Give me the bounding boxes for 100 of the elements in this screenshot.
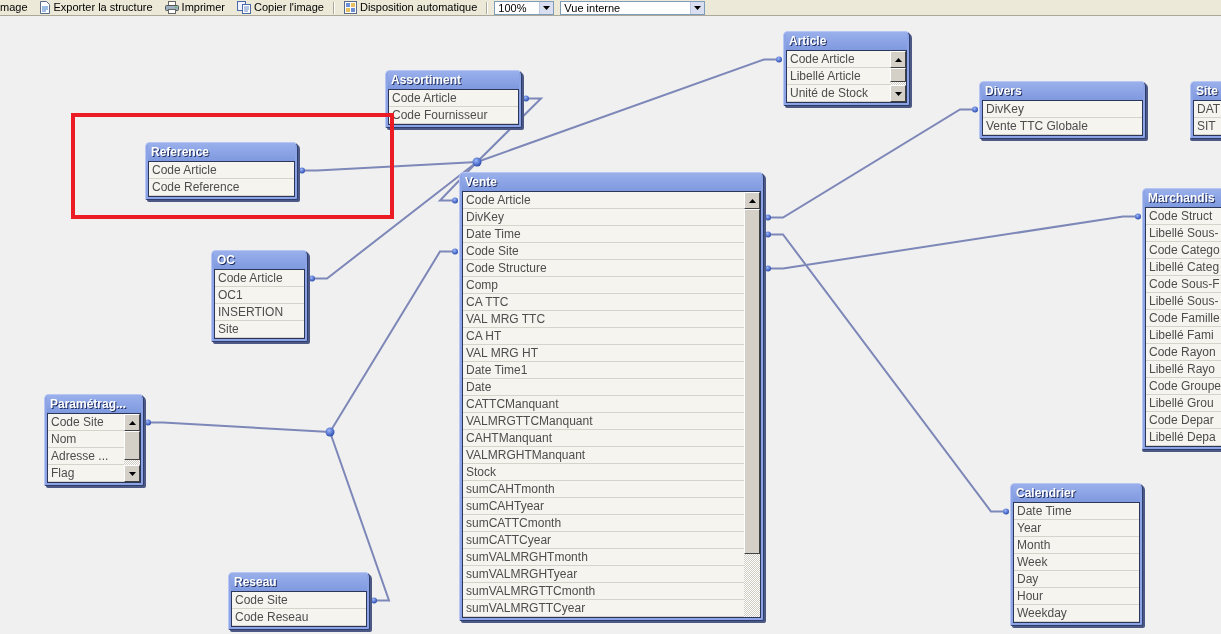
table-title: Assortiment bbox=[388, 71, 519, 89]
field-row: CA HT bbox=[463, 328, 744, 345]
field-row: Libellé Categ bbox=[1146, 259, 1221, 276]
field-row: Date Time bbox=[1014, 503, 1139, 520]
endpoint-dot-icon bbox=[1135, 213, 1141, 220]
table-title: OC bbox=[214, 251, 305, 269]
field-row: sumCAHTyear bbox=[463, 498, 744, 515]
field-row: Code Site bbox=[463, 243, 744, 260]
field-row: INSERTION bbox=[215, 304, 304, 321]
toolbar-button[interactable]: Exporter la structure bbox=[35, 0, 156, 15]
junction-dot-icon bbox=[472, 157, 482, 167]
field-row: Weekday bbox=[1014, 605, 1139, 622]
field-row: Libellé Grou bbox=[1146, 395, 1221, 412]
field-row: Stock bbox=[463, 464, 744, 481]
field-row: Libellé Fami bbox=[1146, 327, 1221, 344]
field-row: Code Article bbox=[389, 90, 518, 107]
field-row: Code Depar bbox=[1146, 412, 1221, 429]
field-row: sumCAHTmonth bbox=[463, 481, 744, 498]
field-row: Site bbox=[215, 321, 304, 338]
field-row: sumCATTCyear bbox=[463, 532, 744, 549]
endpoint-dot-icon bbox=[972, 106, 978, 113]
dropdown-button[interactable] bbox=[539, 1, 554, 14]
table-title: Reseau bbox=[231, 573, 367, 591]
field-row: Code Reference bbox=[149, 179, 294, 196]
field-row: Libellé Sous- bbox=[1146, 293, 1221, 310]
field-row: Code Article bbox=[149, 162, 294, 179]
field-row: sumVALMRGHTyear bbox=[463, 566, 744, 583]
table-title: Site bbox=[1193, 82, 1221, 100]
scrollbar-thumb[interactable] bbox=[890, 68, 906, 82]
scrollbar-thumb[interactable] bbox=[744, 209, 760, 554]
table-title: Calendrier bbox=[1013, 484, 1140, 502]
field-row: CAHTManquant bbox=[463, 430, 744, 447]
field-row: CATTCManquant bbox=[463, 396, 744, 413]
field-row: Code Sous-F bbox=[1146, 276, 1221, 293]
field-row: DAT bbox=[1194, 101, 1221, 118]
caret-down-icon bbox=[894, 91, 902, 96]
field-row: VAL MRG HT bbox=[463, 345, 744, 362]
field-row: Code Article bbox=[215, 270, 304, 287]
field-row: Code Groupe bbox=[1146, 378, 1221, 395]
table-title: Divers bbox=[982, 82, 1143, 100]
scroll-up-button[interactable] bbox=[124, 414, 140, 431]
table-title: Marchandis bbox=[1145, 189, 1221, 207]
field-row: sumVALMRGHTmonth bbox=[463, 549, 744, 566]
endpoint-dot-icon bbox=[1003, 508, 1009, 515]
toolbar-button[interactable]: Disposition automatique bbox=[340, 0, 481, 15]
field-row: Libellé Sous- bbox=[1146, 225, 1221, 242]
field-row: Code Structure bbox=[463, 260, 744, 277]
caret-down-icon bbox=[128, 471, 136, 476]
field-row: DivKey bbox=[983, 101, 1142, 118]
field-row: VALMRGTTCManquant bbox=[463, 413, 744, 430]
field-row: VAL MRG TTC bbox=[463, 311, 744, 328]
scroll-up-button[interactable] bbox=[890, 51, 906, 68]
field-row: Code Reseau bbox=[232, 609, 366, 626]
caret-down-icon bbox=[694, 5, 702, 10]
scrollbar-thumb[interactable] bbox=[124, 431, 140, 460]
field-row: Code Famille bbox=[1146, 310, 1221, 327]
junction-dot-icon bbox=[325, 427, 335, 437]
field-row: Code Article bbox=[463, 192, 744, 209]
field-row: Comp bbox=[463, 277, 744, 294]
field-row: OC1 bbox=[215, 287, 304, 304]
field-row: Code Struct bbox=[1146, 208, 1221, 225]
field-row: Code Site bbox=[232, 592, 366, 609]
caret-down-icon bbox=[543, 5, 551, 10]
printer-icon bbox=[164, 1, 179, 14]
field-row: VALMRGHTManquant bbox=[463, 447, 744, 464]
caret-up-icon bbox=[128, 420, 136, 425]
field-row: Week bbox=[1014, 554, 1139, 571]
table-title: Reference bbox=[148, 143, 295, 161]
toolbar-button[interactable]: Imprimer bbox=[161, 0, 228, 15]
table-title: Vente bbox=[462, 173, 761, 191]
copy-icon bbox=[236, 1, 251, 14]
field-row: Month bbox=[1014, 537, 1139, 554]
scroll-down-button[interactable] bbox=[890, 85, 906, 102]
field-row: Vente TTC Globale bbox=[983, 118, 1142, 135]
caret-up-icon bbox=[748, 198, 756, 203]
field-row: CA TTC bbox=[463, 294, 744, 311]
field-row: Code Catego bbox=[1146, 242, 1221, 259]
field-row: Date Time bbox=[463, 226, 744, 243]
field-row: Year bbox=[1014, 520, 1139, 537]
dropdown-button[interactable] bbox=[690, 1, 705, 14]
field-row: Hour bbox=[1014, 588, 1139, 605]
field-row: Libellé Depa bbox=[1146, 429, 1221, 446]
endpoint-dot-icon bbox=[776, 56, 782, 63]
table-title: Article bbox=[786, 32, 907, 50]
view-dropdown[interactable]: Vue interne bbox=[560, 0, 706, 15]
scroll-down-button[interactable] bbox=[124, 465, 140, 482]
endpoint-dot-icon bbox=[452, 197, 458, 204]
document-icon bbox=[38, 1, 51, 14]
field-row: Date Time1 bbox=[463, 362, 744, 379]
caret-up-icon bbox=[894, 57, 902, 62]
toolbar-button[interactable]: mage bbox=[0, 0, 30, 15]
zoom-dropdown[interactable]: 100% bbox=[494, 0, 555, 15]
grid-icon bbox=[343, 1, 357, 14]
field-row: DivKey bbox=[463, 209, 744, 226]
scroll-up-button[interactable] bbox=[744, 192, 760, 209]
field-row: Libellé Rayo bbox=[1146, 361, 1221, 378]
field-row: sumVALMRGTTCyear bbox=[463, 600, 744, 617]
field-row: Date bbox=[463, 379, 744, 396]
toolbar-button[interactable]: Copier l'image bbox=[233, 0, 327, 15]
table-title: Paramétrag... bbox=[47, 395, 141, 413]
